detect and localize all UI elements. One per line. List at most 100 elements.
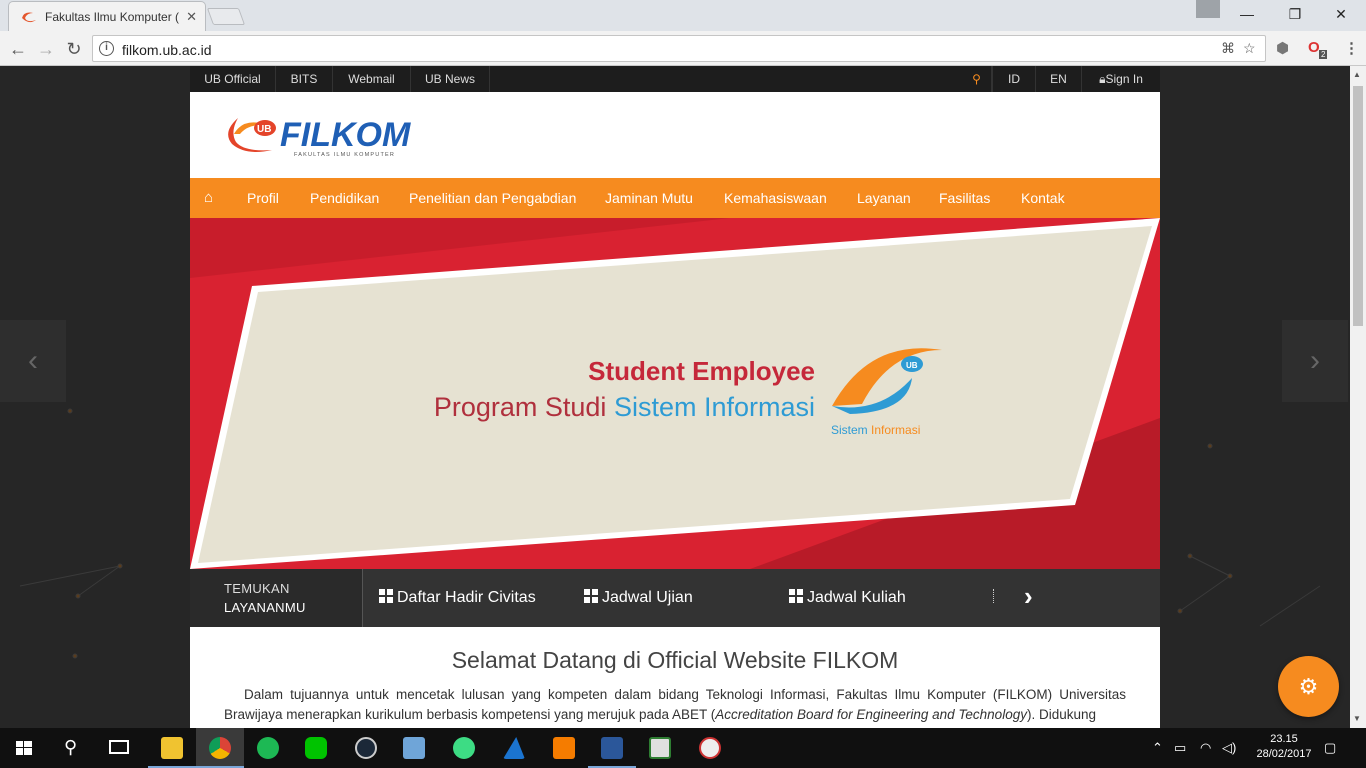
services-label-top: TEMUKAN [224,581,290,596]
page-scrollbar[interactable]: ▲ ▼ [1350,66,1366,728]
battery-icon[interactable]: ▭ [1174,740,1186,756]
tab-title: Fakultas Ilmu Komputer ( [45,10,180,24]
nav-item-fasilitas[interactable]: Fasilitas [939,178,990,218]
translate-icon[interactable]: ⌘ [1221,40,1235,57]
service-item-clipped [993,589,995,603]
chrome-taskbar-icon[interactable] [196,728,244,768]
reload-icon[interactable]: ↻ [62,37,86,61]
url-text[interactable]: filkom.ub.ac.id [122,42,211,58]
tab-close-icon[interactable]: ✕ [186,9,197,25]
android-studio-icon[interactable] [440,728,488,768]
scroll-down-icon[interactable]: ▼ [1353,714,1361,723]
clock-date: 28/02/2017 [1256,748,1312,760]
welcome-paragraph-b: ). Didukung [1026,707,1097,722]
opera-extension-icon[interactable]: O [1308,39,1320,56]
file-explorer-icon[interactable] [148,728,196,768]
site-info-icon[interactable]: i [99,41,114,56]
home-icon[interactable]: ⌂ [204,178,213,218]
search-taskbar-icon[interactable]: ⚲ [48,728,96,768]
services-next-arrow-icon[interactable]: › [1024,581,1033,612]
scroll-up-icon[interactable]: ▲ [1353,70,1361,79]
service-jadwal-kuliah[interactable]: Jadwal Kuliah [789,589,906,607]
task-view-icon[interactable] [96,728,144,768]
volume-icon[interactable]: ◁) [1222,740,1236,756]
topbar-link-ub-official[interactable]: UB Official [190,66,276,92]
extension-badge: 2 [1319,50,1328,59]
action-center-icon[interactable]: ▢ [1324,740,1336,756]
topbar-link-webmail[interactable]: Webmail [333,66,411,92]
topbar-link-ub-news[interactable]: UB News [411,66,490,92]
si-logo-caption: Sistem Informasi [831,423,920,437]
menu-icon[interactable]: ⋮ [1344,39,1359,57]
services-label-bottom: LAYANANMU [224,600,306,615]
taskbar-clock[interactable]: 23.15 28/02/2017 [1248,732,1320,762]
tray-overflow-icon[interactable]: ⌃ [1152,740,1163,756]
address-bar[interactable]: i filkom.ub.ac.id ⌘ ☆ [92,35,1266,62]
service-label: Jadwal Ujian [602,589,693,606]
steam-icon[interactable] [342,728,390,768]
browser-titlebar: Fakultas Ilmu Komputer ( ✕ — ❐ ✕ [0,0,1366,31]
wifi-icon[interactable]: ◠ [1200,740,1211,756]
close-window-icon[interactable]: ✕ [1318,0,1364,28]
search-icon[interactable]: ⚲ [962,66,992,92]
nav-item-layanan[interactable]: Layanan [857,178,911,218]
logo-tagline: FAKULTAS ILMU KOMPUTER [294,152,395,158]
grid-icon [379,589,393,603]
si-logo-badge: UB [906,361,918,370]
forward-icon[interactable]: → [34,37,58,61]
service-daftar-hadir[interactable]: Daftar Hadir Civitas [379,589,536,607]
scrollbar-thumb[interactable] [1353,86,1363,326]
pdf-app-icon[interactable] [540,728,588,768]
snipping-tool-icon[interactable] [686,728,734,768]
filkom-favicon-icon [22,12,36,23]
logo-badge: UB [257,124,271,135]
word-icon[interactable] [588,728,636,768]
app-fin-icon[interactable] [490,728,538,768]
profile-icon[interactable] [1196,0,1220,18]
nav-item-kemahasiswaan[interactable]: Kemahasiswaan [724,178,827,218]
welcome-paragraph: Dalam tujuannya untuk mencetak lulusan y… [224,685,1126,725]
carousel-next-arrow[interactable]: › [1282,320,1348,402]
topbar-link-bits[interactable]: BITS [276,66,333,92]
nav-item-profil[interactable]: Profil [247,178,279,218]
grid-icon [584,589,598,603]
nav-item-jaminan-mutu[interactable]: Jaminan Mutu [605,178,693,218]
signin-label: Sign In [1105,72,1143,86]
grid-icon [789,589,803,603]
nav-item-kontak[interactable]: Kontak [1021,178,1065,218]
settings-fab-gear-icon[interactable]: ⚙ [1278,656,1339,717]
lang-en-link[interactable]: EN [1036,66,1082,92]
extension-icon[interactable]: ⬢ [1276,39,1289,57]
spotify-icon[interactable] [244,728,292,768]
si-logo-caption-a: Sistem [831,423,871,437]
logo-wordmark: FILKOM [280,116,411,154]
welcome-section: Selamat Datang di Official Website FILKO… [190,627,1160,728]
line-icon[interactable] [292,728,340,768]
carousel-prev-arrow[interactable]: ‹ [0,320,66,402]
windows-taskbar: ⚲ ⌃ ▭ ◠ ◁) 23.15 28/02/2017 ▢ [0,728,1366,768]
filkom-logo[interactable]: UB FILKOM FAKULTAS ILMU KOMPUTER [224,112,414,158]
filkom-logo-swoosh-icon: UB FILKOM FAKULTAS ILMU KOMPUTER [228,116,411,158]
nav-item-pendidikan[interactable]: Pendidikan [310,178,379,218]
minimize-icon[interactable]: — [1224,0,1270,28]
site-topbar: UB Official BITS Webmail UB News ⚲ ID EN… [190,66,1160,92]
windows-start-icon[interactable] [0,728,48,768]
service-jadwal-ujian[interactable]: Jadwal Ujian [584,589,693,607]
si-logo-caption-b: Informasi [871,423,920,437]
restore-icon[interactable]: ❐ [1272,0,1318,28]
site-header: UB FILKOM FAKULTAS ILMU KOMPUTER [190,92,1160,178]
virtualbox-icon[interactable] [390,728,438,768]
new-tab-button[interactable] [206,8,246,25]
service-label: Jadwal Kuliah [807,589,906,606]
banner-graphic: Student Employee Program Studi Sistem In… [190,218,1160,569]
service-label: Daftar Hadir Civitas [397,589,536,606]
bookmark-star-icon[interactable]: ☆ [1243,40,1256,57]
clock-time: 23.15 [1270,733,1298,745]
signin-link[interactable]: 🔒︎Sign In [1082,66,1160,92]
nav-item-penelitian[interactable]: Penelitian dan Pengabdian [409,178,576,218]
back-icon[interactable]: ← [6,37,30,61]
browser-tab[interactable]: Fakultas Ilmu Komputer ( ✕ [8,1,206,31]
reader-app-icon[interactable] [636,728,684,768]
lang-id-link[interactable]: ID [992,66,1036,92]
hero-banner[interactable]: Student Employee Program Studi Sistem In… [190,218,1160,569]
